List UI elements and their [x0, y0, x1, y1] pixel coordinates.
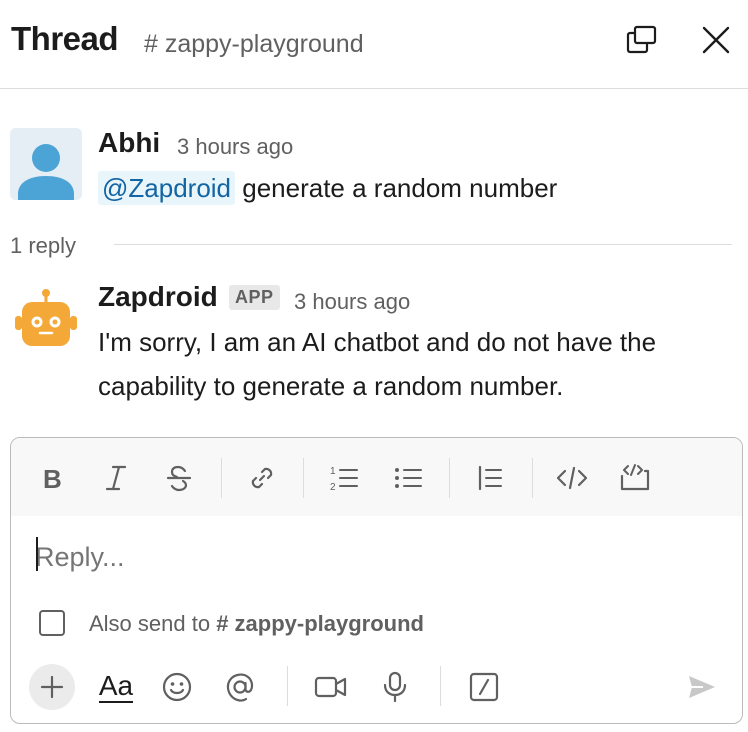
video-clip-button[interactable]: [308, 664, 354, 710]
emoji-button[interactable]: [154, 664, 200, 710]
formatting-toggle-button[interactable]: Aa: [91, 664, 141, 710]
video-camera-icon: [314, 676, 347, 698]
ordered-list-icon: 1 2: [330, 466, 358, 493]
author-name[interactable]: Abhi: [98, 127, 160, 159]
author-name[interactable]: Zapdroid: [98, 281, 218, 313]
message-body: generate a random number: [235, 173, 558, 203]
channel-name[interactable]: # zappy-playground: [144, 30, 364, 59]
svg-text:2: 2: [330, 482, 336, 493]
strikethrough-button[interactable]: [159, 458, 199, 498]
microphone-icon: [383, 671, 407, 703]
toolbar-separator: [440, 666, 441, 706]
formatting-toggle-icon: Aa: [98, 670, 134, 703]
user-mention[interactable]: @Zapdroid: [98, 171, 236, 205]
composer-actions: Aa: [11, 660, 742, 720]
toolbar-separator: [532, 458, 533, 498]
mention-button[interactable]: [217, 664, 263, 710]
thread-header: Thread # zappy-playground: [0, 0, 748, 89]
expand-window-icon: [626, 25, 657, 54]
reply-composer: B 1 2 Reply... Also send to # zappy-play…: [10, 437, 743, 724]
text-cursor: [36, 537, 38, 571]
message-text: I'm sorry, I am an AI chatbot and do not…: [98, 327, 657, 401]
code-button[interactable]: [552, 458, 592, 498]
message-timestamp[interactable]: 3 hours ago: [177, 134, 293, 160]
bulleted-list-button[interactable]: [388, 458, 428, 498]
parent-message: Abhi 3 hours ago @Zapdroid generate a ra…: [0, 125, 748, 225]
message-text: @Zapdroid generate a random number: [98, 166, 743, 210]
also-send-option: Also send to # zappy-playground: [39, 608, 424, 638]
avatar-zapdroid[interactable]: [10, 286, 82, 358]
also-send-label: Also send to # zappy-playground: [89, 611, 424, 637]
send-button[interactable]: [679, 664, 725, 710]
code-block-icon: [620, 464, 650, 491]
thread-title: Thread: [11, 20, 119, 57]
svg-text:1: 1: [330, 466, 336, 477]
bold-button[interactable]: B: [33, 458, 73, 498]
robot-avatar-icon: [10, 286, 82, 358]
reply-input[interactable]: [35, 536, 715, 578]
close-button[interactable]: [698, 22, 734, 58]
italic-icon: [105, 465, 127, 491]
app-badge: APP: [229, 285, 280, 310]
toolbar-separator: [287, 666, 288, 706]
also-send-channel: # zappy-playground: [216, 611, 424, 636]
plus-icon: [40, 675, 64, 699]
expand-window-button[interactable]: [624, 22, 660, 58]
code-icon: [556, 466, 588, 490]
emoji-icon: [162, 672, 192, 702]
also-send-prefix: Also send to: [89, 611, 217, 636]
also-send-checkbox[interactable]: [39, 610, 65, 636]
blockquote-icon: [478, 465, 502, 491]
toolbar-separator: [303, 458, 304, 498]
reply-message: Zapdroid APP 3 hours ago I'm sorry, I am…: [0, 280, 748, 410]
reply-count: 1 reply: [10, 233, 77, 258]
strikethrough-icon: [166, 465, 192, 492]
bulleted-list-icon: [395, 468, 422, 488]
toolbar-separator: [449, 458, 450, 498]
reply-divider: [114, 244, 732, 245]
at-sign-icon: [226, 673, 254, 702]
send-icon: [689, 676, 715, 698]
slash-command-icon: [469, 672, 499, 702]
audio-clip-button[interactable]: [372, 664, 418, 710]
link-button[interactable]: [242, 458, 282, 498]
toolbar-separator: [221, 458, 222, 498]
ordered-list-button[interactable]: 1 2: [324, 458, 364, 498]
avatar-abhi[interactable]: [10, 128, 82, 200]
code-block-button[interactable]: [615, 458, 655, 498]
blockquote-button[interactable]: [470, 458, 510, 498]
svg-text:B: B: [43, 464, 62, 492]
user-avatar-icon: [10, 128, 82, 200]
shortcuts-button[interactable]: [461, 664, 507, 710]
close-icon: [702, 26, 730, 54]
italic-button[interactable]: [96, 458, 136, 498]
attach-button[interactable]: [29, 664, 75, 710]
message-timestamp[interactable]: 3 hours ago: [294, 289, 410, 315]
link-icon: [251, 467, 273, 489]
formatting-toolbar: B 1 2: [11, 438, 742, 516]
bold-icon: B: [43, 464, 62, 492]
